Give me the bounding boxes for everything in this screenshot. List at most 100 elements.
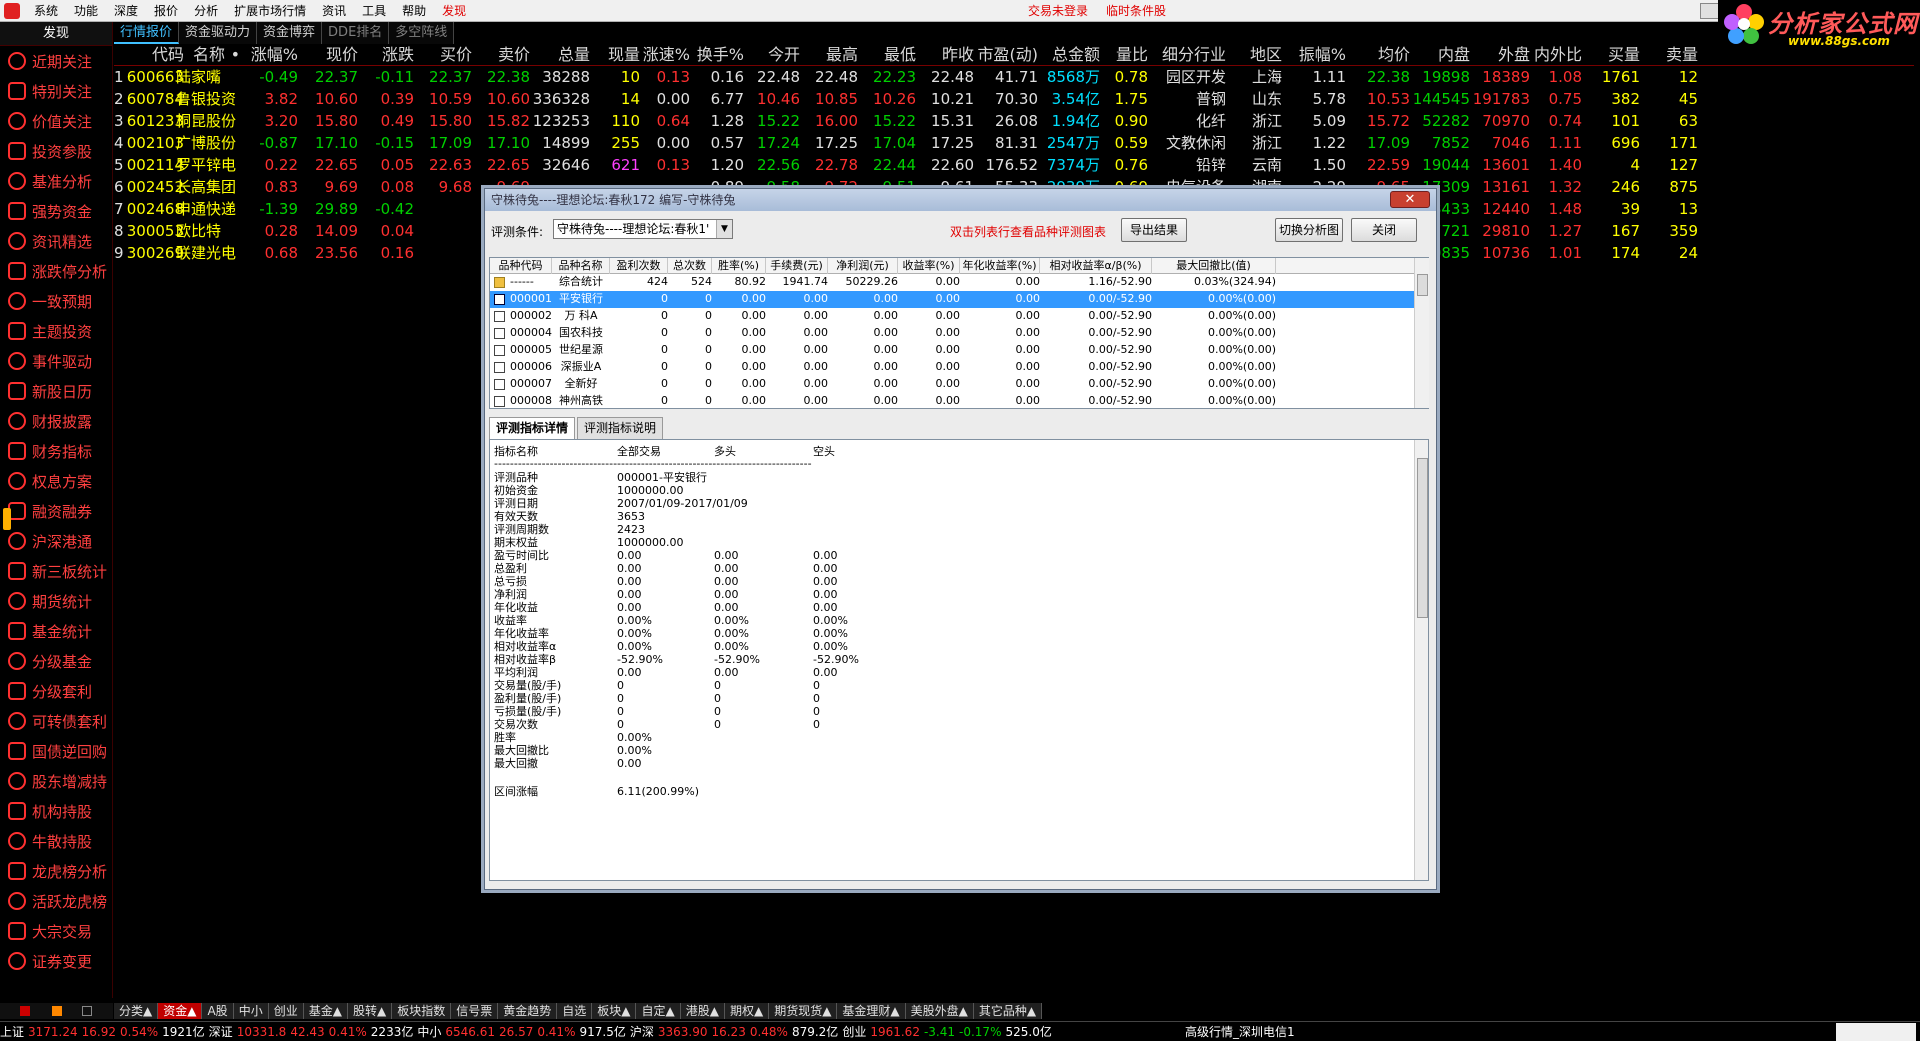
result-row[interactable]: 000002 万 科A 0 0 0.00 0.00 0.00 0.00 0.00 0.00/-52… xyxy=(490,308,1428,325)
checkbox[interactable] xyxy=(494,362,505,373)
market-tab[interactable]: 港股▲ xyxy=(680,1003,725,1019)
checkbox[interactable] xyxy=(494,379,505,390)
square-icon[interactable] xyxy=(82,1006,92,1016)
checkbox[interactable] xyxy=(494,311,505,322)
quote-header-cell[interactable]: 现价 xyxy=(302,44,358,66)
tab-metrics-detail[interactable]: 评测指标详情 xyxy=(489,417,576,439)
export-button[interactable]: 导出结果 xyxy=(1121,218,1187,242)
sidebar-item[interactable]: 基准分析 xyxy=(0,166,112,196)
tab-fund-game[interactable]: 资金博弈 xyxy=(257,22,323,44)
quote-header-cell[interactable]: 昨收 xyxy=(918,44,974,66)
quote-header-cell[interactable]: 现量 xyxy=(592,44,640,66)
quote-header-cell[interactable]: 总金额 xyxy=(1040,44,1100,66)
sidebar-item[interactable]: 分级基金 xyxy=(0,646,112,676)
quote-header-cell[interactable]: 最高 xyxy=(802,44,858,66)
quote-header-cell[interactable]: 卖量 xyxy=(1642,44,1698,66)
sidebar-item[interactable]: 分级套利 xyxy=(0,676,112,706)
result-header-cell[interactable]: 手续费(元) xyxy=(766,258,828,274)
sidebar-item[interactable]: 财务指标 xyxy=(0,436,112,466)
result-row[interactable]: ------ 综合统计 424 524 80.92 1941.74 50229.26 0.00… xyxy=(490,274,1428,291)
quote-header-cell[interactable]: 涨幅% xyxy=(240,44,298,66)
sidebar-collapse-handle[interactable] xyxy=(3,508,11,530)
market-tab[interactable]: 创业 xyxy=(268,1003,304,1019)
menu-quote[interactable]: 报价 xyxy=(146,2,186,19)
scroll-thumb[interactable] xyxy=(1417,458,1428,618)
tab-bull-bear[interactable]: 多空阵线 xyxy=(389,22,455,44)
result-header-cell[interactable]: 年化收益率(%) xyxy=(960,258,1040,274)
checkbox[interactable] xyxy=(494,328,505,339)
market-tab[interactable]: 股转▲ xyxy=(347,1003,393,1019)
market-tab[interactable]: 信号票 xyxy=(451,1003,499,1019)
scroll-thumb[interactable] xyxy=(1417,274,1428,296)
switch-chart-button[interactable]: 切换分析图 xyxy=(1275,218,1343,242)
menu-system[interactable]: 系统 xyxy=(26,2,66,19)
market-tab[interactable]: 分类▲ xyxy=(114,1003,159,1019)
quote-header-cell[interactable]: 卖价 xyxy=(474,44,530,66)
menu-ext-market[interactable]: 扩展市场行情 xyxy=(226,2,314,19)
stop-icon[interactable] xyxy=(52,1006,62,1016)
quote-row[interactable]: 2 600784 鲁银投资 3.82 10.60 0.39 10.59 10.60 336328… xyxy=(114,88,1914,110)
sidebar-item[interactable]: 机构持股 xyxy=(0,796,112,826)
sidebar-item[interactable]: 资讯精选 xyxy=(0,226,112,256)
market-tab[interactable]: 美股外盘▲ xyxy=(905,1003,974,1019)
quote-header-cell[interactable]: 内外比 xyxy=(1532,44,1582,66)
window-control-button[interactable] xyxy=(1700,2,1720,19)
market-tab[interactable]: 资金▲ xyxy=(158,1003,203,1019)
quote-header-cell[interactable]: 最低 xyxy=(860,44,916,66)
sidebar-item[interactable]: 国债逆回购 xyxy=(0,736,112,766)
sidebar-item[interactable]: 牛散持股 xyxy=(0,826,112,856)
result-header-cell[interactable]: 胜率(%) xyxy=(712,258,766,274)
dialog-close-icon[interactable]: ✕ xyxy=(1390,191,1430,208)
quote-row[interactable]: 4 002103 广博股份 -0.87 17.10 -0.15 17.09 17.10 1489… xyxy=(114,132,1914,154)
market-tab[interactable]: 黄金趋势 xyxy=(498,1003,558,1019)
trade-login-link[interactable]: 交易未登录 xyxy=(1028,2,1088,19)
quote-header-cell[interactable]: 今开 xyxy=(746,44,800,66)
market-tab[interactable]: 板块指数 xyxy=(392,1003,452,1019)
menu-depth[interactable]: 深度 xyxy=(106,2,146,19)
result-header-cell[interactable]: 相对收益率α/β(%) xyxy=(1040,258,1152,274)
menu-analysis[interactable]: 分析 xyxy=(186,2,226,19)
sidebar-item[interactable]: 可转债套利 xyxy=(0,706,112,736)
sidebar-item[interactable]: 证券变更 xyxy=(0,946,112,976)
market-tab[interactable]: 其它品种▲ xyxy=(973,1003,1043,1019)
quote-row[interactable]: 1 600663 陆家嘴 -0.49 22.37 -0.11 22.37 22.38 38288… xyxy=(114,66,1914,88)
tab-metrics-help[interactable]: 评测指标说明 xyxy=(577,417,664,439)
result-row[interactable]: 000001 平安银行 0 0 0.00 0.00 0.00 0.00 0.00 0.00/-52… xyxy=(490,291,1428,308)
checkbox[interactable] xyxy=(494,396,505,407)
result-header-cell[interactable]: 净利润(元) xyxy=(828,258,898,274)
market-tab[interactable]: 期货现货▲ xyxy=(769,1003,838,1019)
sidebar-item[interactable]: 期货统计 xyxy=(0,586,112,616)
quote-header-cell[interactable]: 代码 xyxy=(124,44,184,66)
market-tab[interactable]: 中小 xyxy=(233,1003,269,1019)
result-table-scrollbar[interactable] xyxy=(1414,258,1429,408)
record-icon[interactable] xyxy=(20,1006,30,1016)
quote-header-cell[interactable]: • xyxy=(226,44,240,66)
detail-scrollbar[interactable] xyxy=(1414,440,1428,880)
market-tab[interactable]: A股 xyxy=(202,1003,234,1019)
quote-row[interactable]: 5 002114 罗平锌电 0.22 22.65 0.05 22.63 22.65 32646 6… xyxy=(114,154,1914,176)
result-header-cell[interactable]: 最大回撤比(值) xyxy=(1152,258,1276,274)
market-tab[interactable]: 基金▲ xyxy=(303,1003,348,1019)
market-tab[interactable]: 自选 xyxy=(557,1003,593,1019)
sidebar-item[interactable]: 事件驱动 xyxy=(0,346,112,376)
sidebar-item[interactable]: 价值关注 xyxy=(0,106,112,136)
result-header-cell[interactable]: 品种名称 xyxy=(552,258,610,274)
menu-help[interactable]: 帮助 xyxy=(394,2,434,19)
quote-header-cell[interactable]: 涨跌 xyxy=(360,44,414,66)
sidebar-item[interactable]: 涨跌停分析 xyxy=(0,256,112,286)
result-header-cell[interactable]: 总次数 xyxy=(668,258,712,274)
market-tab[interactable]: 自定▲ xyxy=(636,1003,681,1019)
checkbox[interactable] xyxy=(494,345,505,356)
quote-header-cell[interactable]: 量比 xyxy=(1102,44,1148,66)
folder-icon[interactable] xyxy=(494,277,505,288)
checkbox[interactable] xyxy=(494,294,505,305)
sidebar-item[interactable]: 主题投资 xyxy=(0,316,112,346)
result-header-cell[interactable]: 盈利次数 xyxy=(610,258,668,274)
menu-tools[interactable]: 工具 xyxy=(354,2,394,19)
menu-news[interactable]: 资讯 xyxy=(314,2,354,19)
rule-select[interactable]: 守株待兔----理想论坛:春秋1' ▼ xyxy=(553,219,733,239)
menu-function[interactable]: 功能 xyxy=(66,2,106,19)
sidebar-item[interactable]: 新三板统计 xyxy=(0,556,112,586)
quote-header-cell[interactable]: 外盘 xyxy=(1472,44,1530,66)
result-row[interactable]: 000006 深振业A 0 0 0.00 0.00 0.00 0.00 0.00 0.00/-52… xyxy=(490,359,1428,376)
